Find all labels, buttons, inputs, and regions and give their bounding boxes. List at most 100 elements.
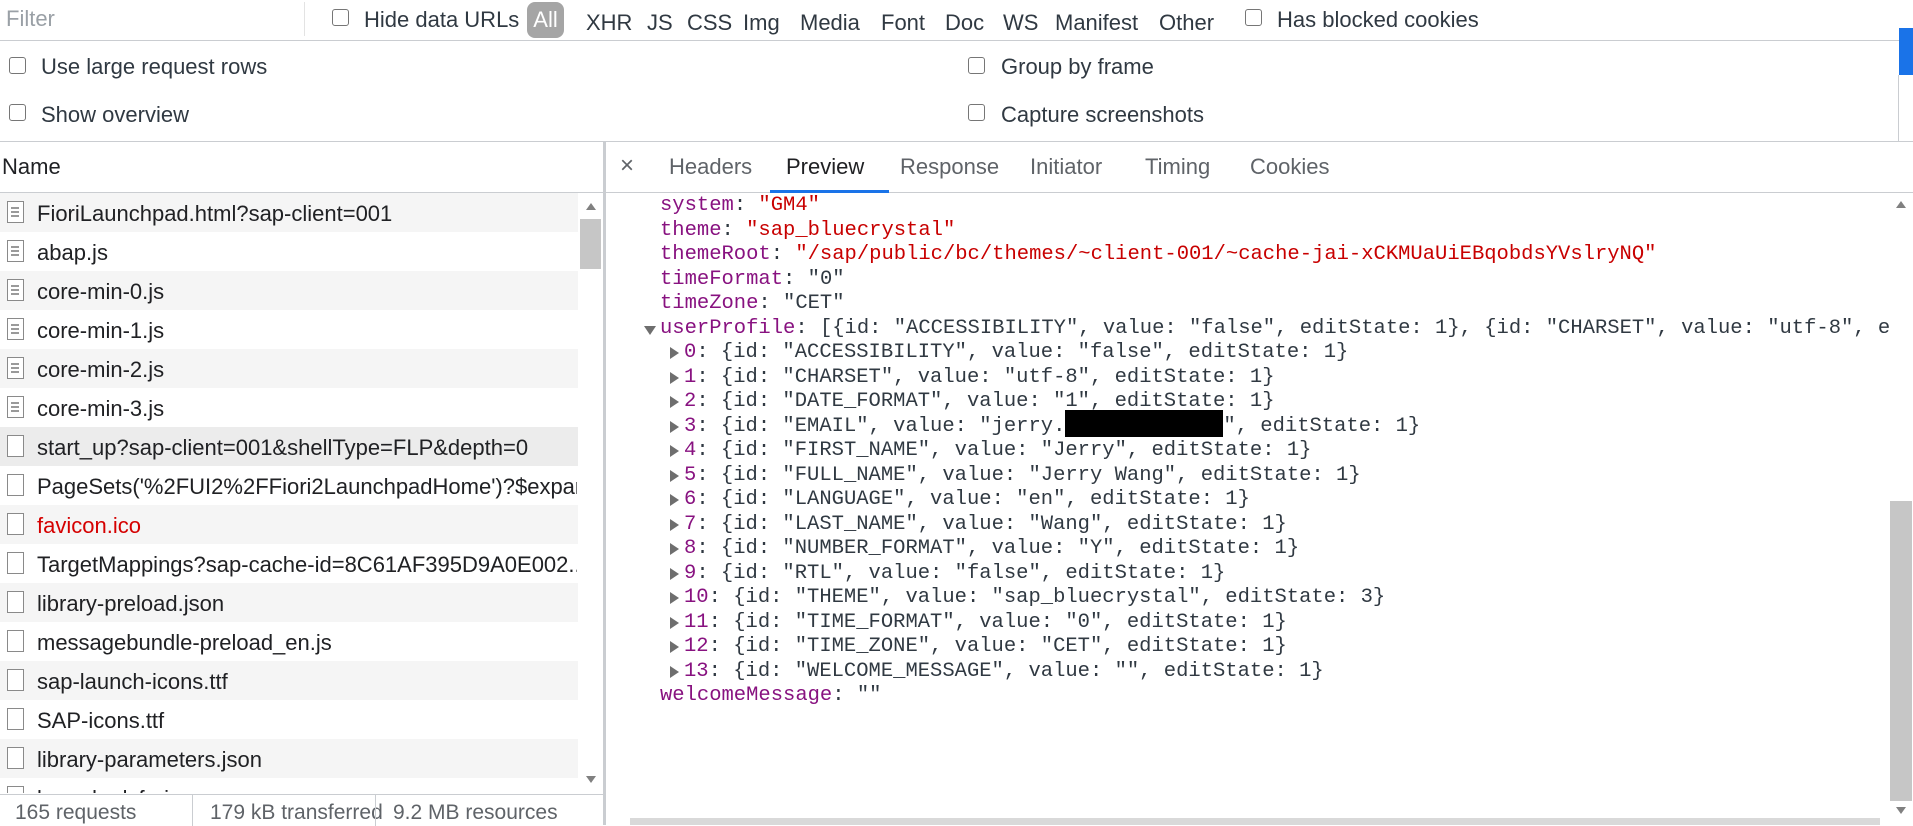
expand-arrow-icon[interactable]: [670, 396, 679, 408]
request-row[interactable]: sap-launch-icons.ttf: [0, 661, 578, 700]
group-by-frame-checkbox[interactable]: [968, 57, 985, 74]
type-filter-css[interactable]: CSS: [687, 10, 732, 36]
request-name: core-min-0.js: [37, 279, 165, 304]
type-filter-manifest[interactable]: Manifest: [1055, 10, 1138, 36]
filter-input[interactable]: [0, 2, 305, 36]
redaction-block: [1065, 409, 1224, 437]
scroll-up-icon[interactable]: [586, 203, 596, 210]
expand-arrow-icon[interactable]: [670, 420, 679, 433]
expand-arrow-icon[interactable]: [670, 494, 679, 506]
expand-arrow-icon[interactable]: [670, 641, 679, 653]
request-count: 165 requests: [15, 801, 137, 824]
has-blocked-cookies-label: Has blocked cookies: [1277, 7, 1479, 32]
type-filter-other[interactable]: Other: [1159, 10, 1214, 36]
blank-file-icon: [7, 591, 24, 613]
type-filter-media[interactable]: Media: [800, 10, 860, 36]
scroll-thumb[interactable]: [580, 219, 601, 269]
name-column-header[interactable]: Name: [2, 154, 61, 180]
request-row[interactable]: boxed-sdsf-ui.css: [0, 778, 578, 793]
request-row[interactable]: abap.js: [0, 232, 578, 271]
json-index: 1: [684, 365, 697, 389]
has-blocked-cookies-checkbox[interactable]: [1245, 9, 1262, 26]
preview-scroll-down-icon[interactable]: [1896, 807, 1906, 814]
blank-file-icon: [7, 630, 24, 652]
preview-scrollbar[interactable]: [1889, 193, 1913, 825]
show-overview-checkbox[interactable]: [9, 104, 26, 121]
expand-arrow-icon[interactable]: [670, 543, 679, 555]
json-key: theme: [660, 218, 722, 242]
type-filter-all[interactable]: All: [527, 2, 564, 38]
expand-arrow-icon[interactable]: [670, 592, 679, 604]
request-list: FioriLaunchpad.html?sap-client=001 abap.j…: [0, 193, 580, 793]
hide-data-urls-checkbox[interactable]: [332, 9, 349, 26]
request-row[interactable]: start_up?sap-client=001&shellType=FLP&de…: [0, 427, 578, 466]
request-name: PageSets('%2FUI2%2FFiori2LaunchpadHome')…: [37, 474, 577, 499]
preview-scroll-up-icon[interactable]: [1896, 201, 1906, 208]
type-filter-ws[interactable]: WS: [1003, 10, 1038, 36]
request-row[interactable]: core-min-1.js: [0, 310, 578, 349]
request-row[interactable]: library-preload.json: [0, 583, 578, 622]
type-filter-doc[interactable]: Doc: [945, 10, 984, 36]
type-filter-img[interactable]: Img: [743, 10, 780, 36]
blank-file-icon: [7, 552, 24, 574]
tab-timing[interactable]: Timing: [1145, 154, 1210, 180]
type-filter-js[interactable]: JS: [647, 10, 673, 36]
request-list-scrollbar[interactable]: [580, 193, 602, 794]
preview-scroll-thumb[interactable]: [1890, 501, 1912, 801]
json-object-summary: {id: "EMAIL", value: "jerry.: [720, 414, 1066, 438]
request-row[interactable]: core-min-3.js: [0, 388, 578, 427]
expand-arrow-icon[interactable]: [670, 518, 679, 531]
request-name: boxed-sdsf-ui.css: [37, 786, 577, 793]
expand-arrow-icon[interactable]: [670, 469, 679, 482]
request-row[interactable]: core-min-0.js: [0, 271, 578, 310]
json-object-summary: {id: "THEME", value: "sap_bluecrystal", …: [733, 586, 1386, 609]
expand-arrow-icon[interactable]: [670, 347, 679, 359]
large-rows-label: Use large request rows: [41, 54, 268, 79]
json-value: "/sap/public/bc/themes/~client-001/~cach…: [795, 243, 1657, 266]
preview-horizontal-scrollbar[interactable]: [630, 818, 1880, 825]
request-row[interactable]: FioriLaunchpad.html?sap-client=001: [0, 193, 578, 232]
json-index: 0: [684, 341, 697, 364]
request-name: start_up?sap-client=001&shellType=FLP&de…: [37, 435, 529, 460]
type-filter-xhr[interactable]: XHR: [586, 10, 632, 36]
json-object-summary: {id: "NUMBER_FORMAT", value: "Y", editSt…: [720, 537, 1300, 560]
transferred-size: 179 kB transferred: [210, 801, 383, 824]
capture-screenshots-checkbox[interactable]: [968, 104, 985, 121]
json-key: system: [660, 194, 734, 217]
json-index: 3: [684, 414, 697, 438]
request-name: FioriLaunchpad.html?sap-client=001: [37, 201, 393, 226]
request-name: abap.js: [37, 240, 108, 265]
json-key: timeFormat: [660, 267, 784, 291]
collapse-arrow-icon[interactable]: [644, 325, 656, 335]
tab-response[interactable]: Response: [900, 154, 999, 180]
json-object-summary: {id: "RTL", value: "false", editState: 1…: [720, 561, 1226, 585]
request-row[interactable]: messagebundle-preload_en.js: [0, 622, 578, 661]
scroll-down-icon[interactable]: [586, 776, 596, 783]
request-row[interactable]: PageSets('%2FUI2%2FFiori2LaunchpadHome')…: [0, 466, 578, 505]
tab-initiator[interactable]: Initiator: [1030, 154, 1102, 180]
request-row[interactable]: SAP-icons.ttf: [0, 700, 578, 739]
type-filter-font[interactable]: Font: [881, 10, 925, 36]
expand-arrow-icon[interactable]: [670, 445, 679, 457]
json-object-summary: {id: "FIRST_NAME", value: "Jerry", editS…: [720, 439, 1312, 462]
expand-arrow-icon[interactable]: [670, 371, 679, 384]
json-key: welcomeMessage: [660, 684, 833, 707]
tab-preview[interactable]: Preview: [786, 154, 864, 180]
request-row[interactable]: core-min-2.js: [0, 349, 578, 388]
request-row[interactable]: favicon.ico: [0, 505, 578, 544]
blank-file-icon: [7, 513, 24, 535]
json-value: "CET": [783, 292, 845, 315]
request-row[interactable]: TargetMappings?sap-cache-id=8C61AF395D9A…: [0, 544, 578, 583]
expand-arrow-icon[interactable]: [670, 616, 679, 629]
request-name: library-parameters.json: [37, 747, 262, 772]
close-icon[interactable]: ×: [620, 152, 634, 180]
request-row[interactable]: library-parameters.json: [0, 739, 578, 778]
large-rows-checkbox[interactable]: [9, 57, 26, 74]
tab-cookies[interactable]: Cookies: [1250, 154, 1329, 180]
json-index: 12: [684, 635, 709, 658]
tab-headers[interactable]: Headers: [669, 154, 752, 180]
expand-arrow-icon[interactable]: [670, 665, 679, 678]
expand-arrow-icon[interactable]: [670, 567, 679, 580]
overview-edge-gap: [1898, 75, 1913, 141]
document-icon: [7, 357, 24, 379]
